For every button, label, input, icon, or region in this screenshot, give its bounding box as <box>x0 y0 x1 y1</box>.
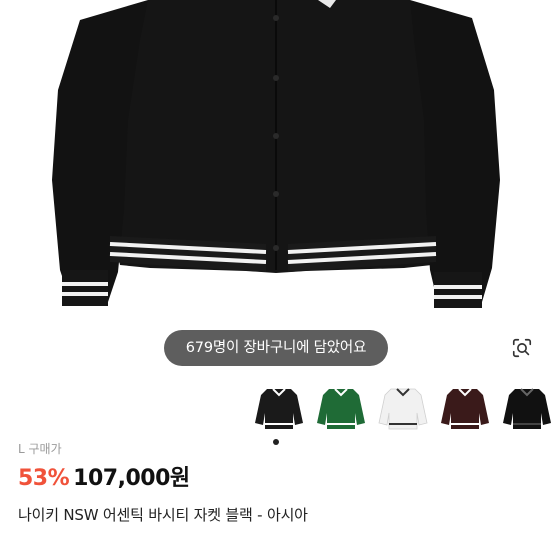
discount-rate: 53% <box>18 466 70 491</box>
jacket-image <box>52 0 500 308</box>
image-search-button[interactable] <box>509 335 535 361</box>
cart-count-toast: 679명이 장바구니에 담았어요 <box>164 330 388 366</box>
product-title: 나이키 NSW 어센틱 바시티 자켓 블랙 - 아시아 <box>18 506 308 524</box>
product-hero-image[interactable]: 679명이 장바구니에 담았어요 <box>0 0 552 372</box>
variant-thumb-white[interactable] <box>372 378 434 438</box>
lens-search-icon <box>512 338 532 358</box>
price-row: 53% 107,000원 <box>18 460 190 491</box>
sale-price: 107,000원 <box>73 466 190 491</box>
variant-thumb-black[interactable] <box>496 378 552 438</box>
price-label: L 구매가 <box>18 442 62 456</box>
variant-thumbnail-strip <box>0 378 552 438</box>
variant-thumb-black-white[interactable] <box>248 378 310 438</box>
variant-thumb-burgundy[interactable] <box>434 378 496 438</box>
carousel-indicator <box>273 439 279 445</box>
variant-thumb-green[interactable] <box>310 378 372 438</box>
